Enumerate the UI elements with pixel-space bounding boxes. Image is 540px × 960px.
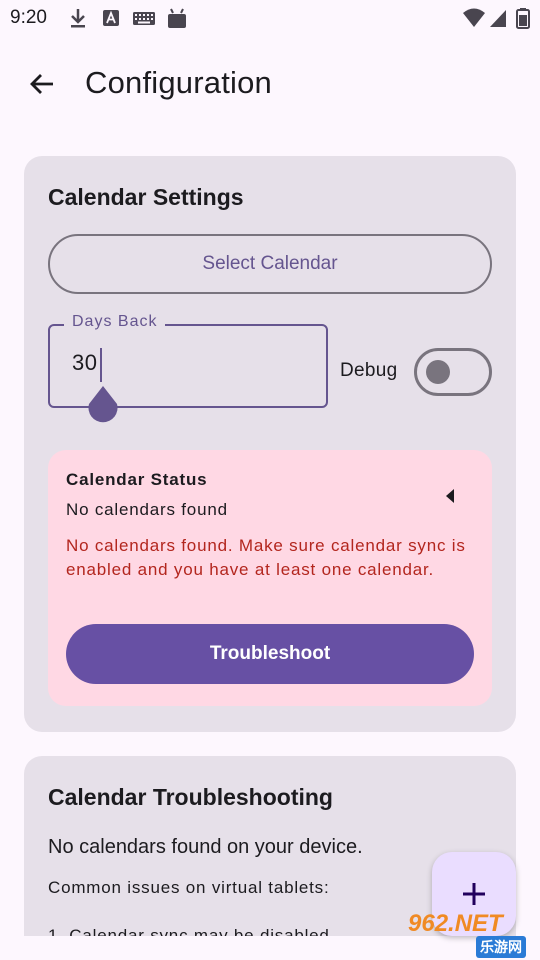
status-bar: 9:20 <box>0 0 540 36</box>
plus-icon <box>463 883 485 905</box>
watermark-logo: 962.NET 乐游网 <box>398 908 538 958</box>
watermark-subtext: 乐游网 <box>476 936 526 958</box>
expand-status-button[interactable] <box>438 484 462 508</box>
calendar-status-error: No calendars found. Make sure calendar s… <box>66 536 466 579</box>
app-bar: Configuration <box>0 50 540 118</box>
calendar-status-title: Calendar Status <box>66 470 208 489</box>
caret-left-icon <box>446 489 454 503</box>
select-calendar-button[interactable]: Select Calendar <box>48 234 492 294</box>
calendar-settings-title: Calendar Settings <box>48 184 244 210</box>
signal-icon <box>490 10 506 27</box>
a-icon <box>103 10 119 26</box>
troubleshooting-title: Calendar Troubleshooting <box>48 784 333 810</box>
page-title: Configuration <box>85 65 272 100</box>
arrow-back-icon <box>30 74 53 94</box>
debug-label: Debug <box>340 360 398 381</box>
days-back-value: 30 <box>72 350 98 375</box>
troubleshooting-intro: No calendars found on your device. <box>48 836 363 858</box>
download-icon <box>71 9 85 28</box>
text-selection-handle[interactable] <box>87 386 119 424</box>
debug-toggle-thumb <box>426 360 450 384</box>
calendar-status-box: Calendar Status No calendars found No ca… <box>48 450 492 706</box>
text-cursor <box>100 348 102 382</box>
calendar-status-subtitle: No calendars found <box>66 500 228 519</box>
back-button[interactable] <box>20 64 64 104</box>
calendar-settings-card: Calendar Settings Select Calendar Days B… <box>24 156 516 732</box>
troubleshoot-button[interactable]: Troubleshoot <box>66 624 474 684</box>
debug-toggle[interactable] <box>414 348 492 396</box>
keyboard-icon <box>133 12 155 25</box>
battery-icon <box>516 8 530 29</box>
troubleshooting-subtitle: Common issues on virtual tablets: <box>48 878 330 897</box>
status-time: 9:20 <box>10 7 47 28</box>
days-back-label: Days Back <box>64 313 166 331</box>
android-icon <box>168 8 186 28</box>
watermark-text: 962.NET <box>408 910 503 937</box>
wifi-icon <box>463 8 485 27</box>
days-back-field[interactable]: Days Back 30 <box>48 313 328 423</box>
